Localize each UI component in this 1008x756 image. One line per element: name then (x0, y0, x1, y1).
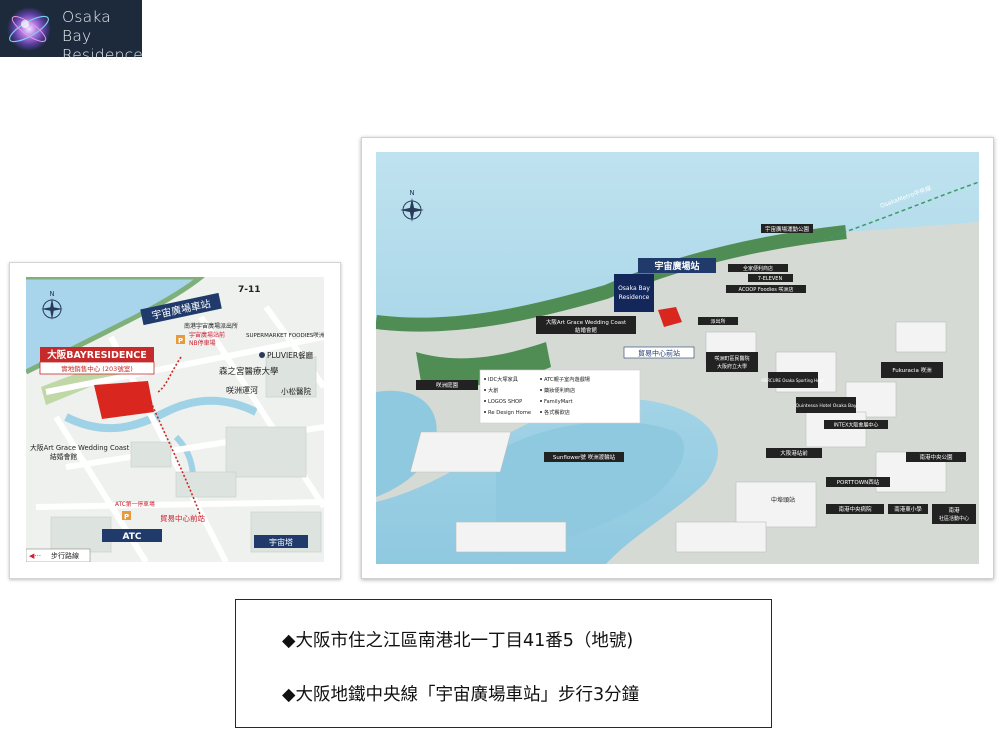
large-map-trade-station: 貿易中心前站 (638, 349, 680, 358)
small-map-police: 南港宇宙廣場派出所 (184, 322, 238, 330)
logo-line-2: Residence (62, 46, 144, 64)
small-map-supermarket: SUPERMARKET FOODIES咲洲店 (246, 331, 324, 339)
area-overview-map: OsakaMetro中央線 N 宇宙廣場運動公園 宇宙廣場站 Osaka Bay (361, 137, 994, 579)
svg-text:◀···: ◀··· (29, 552, 41, 560)
large-map-intex: INTEX大阪會展中心 (834, 422, 879, 429)
store-item: IDC大塚家具 (488, 375, 518, 383)
large-map-port-station: 大阪港站前 (780, 449, 808, 457)
large-map-university-line1: 咲洲町區民醫院 (714, 355, 749, 362)
large-map-nursery-line2: 社區活動中心 (939, 515, 969, 522)
store-item: ATC親子室內遊戲場 (544, 375, 590, 383)
large-map-medical: 南港中央病院 (838, 505, 872, 513)
svg-text:N: N (49, 290, 54, 298)
large-map-sunflower: Sunflower號 咲洲渡輪站 (553, 453, 616, 461)
small-map-seven-eleven: 7-11 (238, 285, 261, 295)
large-map-nursery-line1: 南港 (948, 506, 960, 514)
small-map-wedding-line2: 結婚會館 (50, 452, 77, 461)
large-map-seven-eleven: 7-ELEVEN (758, 276, 783, 282)
large-map-police: 派出所 (710, 318, 725, 325)
svg-text:P: P (124, 513, 129, 521)
small-map-canal: 咲洲運河 (226, 385, 258, 395)
small-map-atc-parking: ATC第一停車場 (115, 500, 155, 508)
logo-line-1: Osaka Bay (62, 8, 111, 45)
logo-text: Osaka Bay Residence (62, 8, 143, 65)
large-map-school: 南港東小學 (894, 505, 922, 513)
svg-text:N: N (409, 189, 414, 197)
large-map-kashima: 咲洲庭園 (436, 381, 459, 389)
large-map-port-town: PORTTOWN西站 (837, 478, 880, 486)
store-item: LOGOS SHOP (488, 399, 522, 405)
small-map-trade-station: 貿易中心前站 (160, 513, 205, 523)
small-map-parking-line1: 宇宙廣場站前 (189, 331, 225, 339)
access-line: ◆大阪地鐵中央線「宇宙廣場車站」步行3分鐘 (282, 685, 640, 705)
walking-route-map-image: N 宇宙廣場車站 7-11 南港宇宙廣場派出所 P 宇宙廣場站前 NB停車場 S… (26, 277, 324, 562)
large-map-university-line2: 大阪府立大學 (717, 363, 747, 370)
store-item: 各式餐飲店 (544, 408, 570, 416)
address-box: ◆大阪市住之江區南港北一丁目41番5（地號) ◆大阪地鐵中央線「宇宙廣場車站」步… (235, 599, 772, 728)
store-item: 大創 (488, 386, 498, 394)
small-map-university: 森之宮醫療大學 (219, 366, 279, 377)
small-map-pluvier: PLUVIER餐廳 (267, 350, 314, 360)
small-map-residence-title: 大阪BAYRESIDENCE (47, 349, 147, 361)
small-map-clinic: 小松醫院 (281, 386, 311, 396)
logo-orb-icon (7, 7, 51, 51)
svg-text:P: P (178, 337, 183, 345)
small-map-legend: 步行路線 (51, 551, 79, 560)
small-map-tower: 宇宙塔 (269, 537, 293, 547)
large-map-wedding-line2: 結婚會館 (575, 326, 598, 334)
store-item: FamilyMart (544, 399, 573, 405)
large-map-ascot: Quintessa Hotel Osaka Bay (795, 403, 856, 409)
address-line: ◆大阪市住之江區南港北一丁目41番5（地號) (282, 631, 634, 651)
store-item: Re Design Home (488, 410, 531, 416)
large-map-nanko-park: 南港中央公園 (919, 453, 953, 461)
small-map-parking-line2: NB停車場 (189, 339, 216, 347)
small-map-wedding-line1: 大阪Art Grace Wedding Coast (30, 443, 130, 452)
large-map-top-building: 宇宙廣場運動公園 (765, 225, 810, 233)
large-map-logo-line2: Residence (619, 294, 650, 301)
store-item: 藥妝便利商店 (544, 386, 575, 394)
large-map-logo-line1: Osaka Bay (618, 285, 650, 292)
large-map-residence-logo (614, 274, 654, 312)
large-map-station: 宇宙廣場站 (654, 260, 699, 272)
large-map-nakafuto: 中埠頭站 (771, 496, 795, 504)
small-map-atc: ATC (122, 532, 141, 542)
large-map-mercure: MERCURE Osaka Sporting Hotel (761, 378, 824, 383)
walking-route-map: N 宇宙廣場車站 7-11 南港宇宙廣場派出所 P 宇宙廣場站前 NB停車場 S… (9, 262, 341, 579)
large-map-wedding-line1: 大阪Art Grace Wedding Coast (546, 318, 627, 326)
large-map-family-mart: 全家便利商店 (743, 265, 773, 272)
large-map-fukuracia: Fukuracia 咲洲 (892, 366, 932, 374)
large-map-acoop: ACOOP Foodies 咲洲店 (739, 286, 794, 293)
small-map-residence-sub: 實地銷售中心 (203號室) (61, 364, 133, 373)
osaka-bay-residence-logo: Osaka Bay Residence (0, 0, 143, 64)
area-overview-map-image: OsakaMetro中央線 N 宇宙廣場運動公園 宇宙廣場站 Osaka Bay (376, 152, 979, 564)
